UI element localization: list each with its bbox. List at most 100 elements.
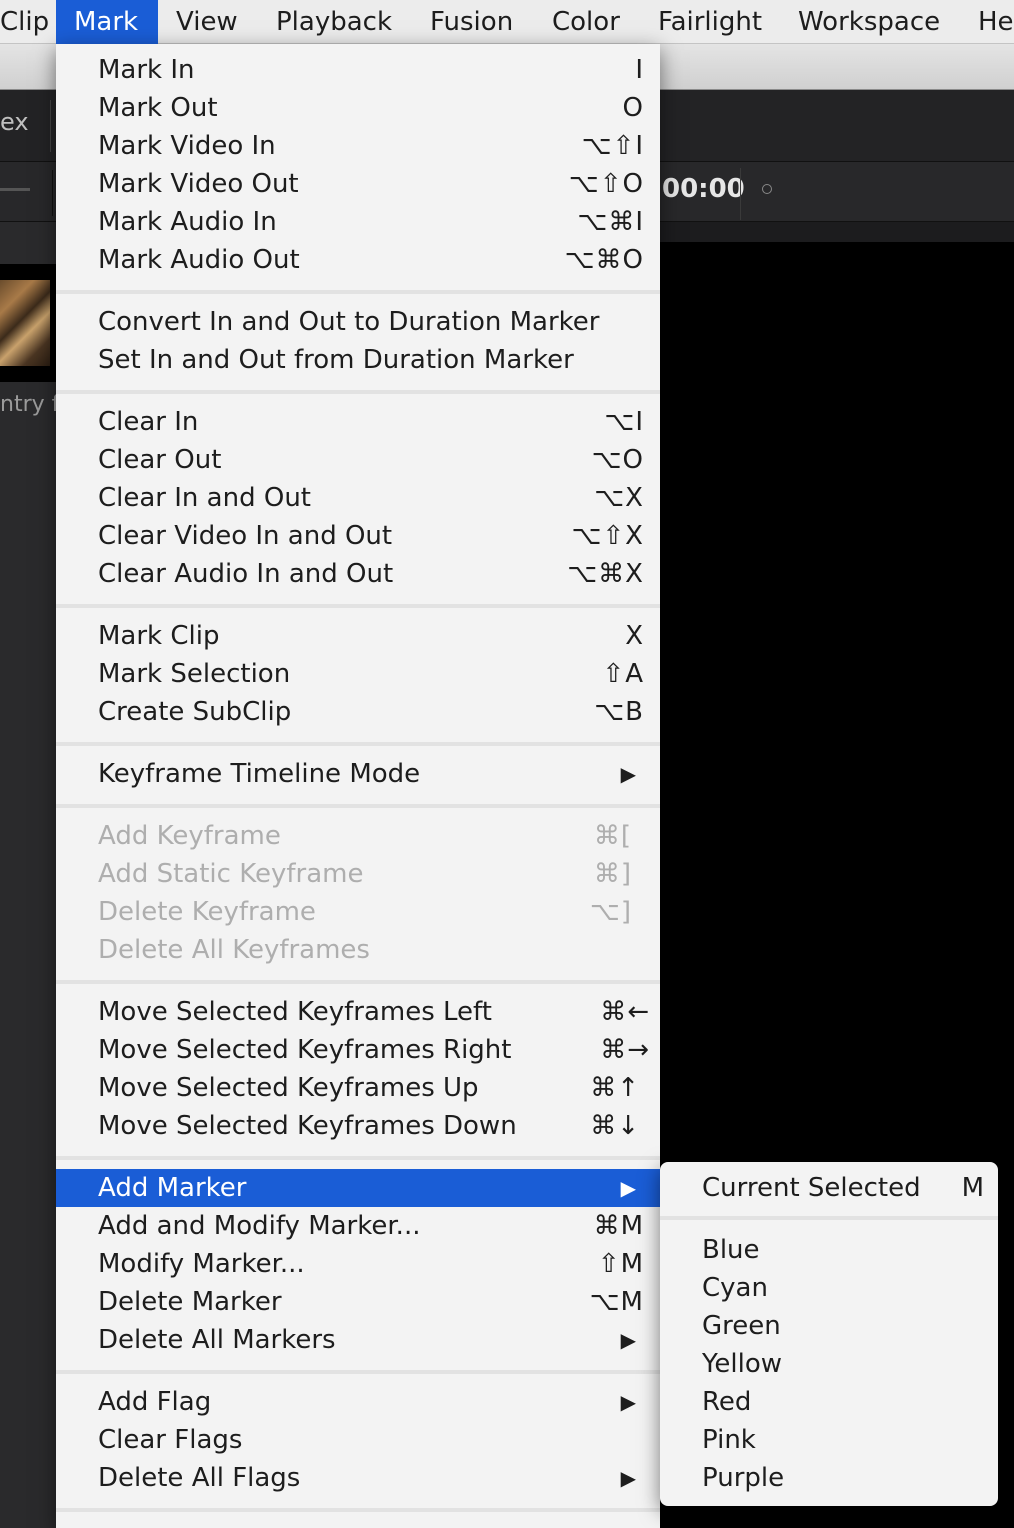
- menu-item-label: Mark Audio In: [98, 207, 277, 237]
- shortcut-label: ⌥X: [594, 483, 644, 513]
- submenu-item-red[interactable]: Red: [660, 1383, 998, 1421]
- menu-item-label: Add Flag: [98, 1387, 212, 1417]
- shortcut-label: ⌥⇧O: [568, 169, 644, 199]
- menu-item-move-keyframes-left[interactable]: Move Selected Keyframes Left ⌘←: [56, 993, 660, 1031]
- submenu-arrow-icon: ▶: [620, 762, 636, 786]
- menu-item-mark-clip[interactable]: Mark Clip X: [56, 617, 660, 655]
- shortcut-label: ⌥⇧I: [581, 131, 644, 161]
- menubar-help[interactable]: He: [960, 0, 1014, 44]
- shortcut-label: ⌥B: [594, 697, 644, 727]
- shortcut-label: ⌥M: [589, 1287, 644, 1317]
- menu-item-label: Add Marker: [98, 1173, 247, 1203]
- menu-item-clear-video-in-out[interactable]: Clear Video In and Out ⌥⇧X: [56, 517, 660, 555]
- menubar-workspace[interactable]: Workspace: [780, 0, 958, 44]
- menu-item-label: Mark Out: [98, 93, 218, 123]
- shortcut-label: X: [625, 621, 644, 651]
- shortcut-label: ⌥O: [591, 445, 644, 475]
- menu-item-label: Mark Video In: [98, 131, 276, 161]
- menu-item-set-in-out[interactable]: Set In and Out from Duration Marker: [56, 341, 660, 379]
- menu-item-mark-audio-in[interactable]: Mark Audio In ⌥⌘I: [56, 203, 660, 241]
- menu-item-label: Mark Audio Out: [98, 245, 300, 275]
- menu-item-label: Pink: [702, 1425, 756, 1455]
- submenu-item-cyan[interactable]: Cyan: [660, 1269, 998, 1307]
- submenu-arrow-icon: ▶: [620, 1176, 636, 1200]
- shortcut-label: ⇧M: [597, 1249, 644, 1279]
- menubar-view[interactable]: View: [158, 0, 256, 44]
- shortcut-label: O: [622, 93, 644, 123]
- menu-item-delete-marker[interactable]: Delete Marker ⌥M: [56, 1283, 660, 1321]
- menu-item-move-keyframes-up[interactable]: Move Selected Keyframes Up ⌘↑: [56, 1069, 660, 1107]
- menu-item-label: Convert In and Out to Duration Marker: [98, 307, 600, 337]
- menu-separator: [56, 1508, 660, 1512]
- submenu-item-green[interactable]: Green: [660, 1307, 998, 1345]
- menu-item-label: Create SubClip: [98, 697, 292, 727]
- menu-item-mark-video-in[interactable]: Mark Video In ⌥⇧I: [56, 127, 660, 165]
- menu-item-move-keyframes-down[interactable]: Move Selected Keyframes Down ⌘↓: [56, 1107, 660, 1145]
- submenu-item-current-selected[interactable]: Current Selected M: [660, 1169, 998, 1207]
- menu-item-clear-out[interactable]: Clear Out ⌥O: [56, 441, 660, 479]
- menu-item-label: Clear In and Out: [98, 483, 311, 513]
- shortcut-label: ⌘]: [593, 859, 632, 889]
- menu-item-mark-selection[interactable]: Mark Selection ⇧A: [56, 655, 660, 693]
- menu-item-delete-all-flags[interactable]: Delete All Flags ▶: [56, 1459, 660, 1497]
- menu-item-clear-in-and-out[interactable]: Clear In and Out ⌥X: [56, 479, 660, 517]
- menubar-mark[interactable]: Mark: [56, 0, 158, 44]
- menu-item-add-static-keyframe: Add Static Keyframe ⌘]: [56, 855, 660, 893]
- submenu-item-pink[interactable]: Pink: [660, 1421, 998, 1459]
- menu-item-label: Add Static Keyframe: [98, 859, 364, 889]
- menu-item-delete-all-markers[interactable]: Delete All Markers ▶: [56, 1321, 660, 1359]
- shortcut-label: ⌘↑: [590, 1073, 640, 1103]
- shortcut-label: ⌘[: [593, 821, 632, 851]
- menu-item-label: Green: [702, 1311, 781, 1341]
- submenu-arrow-icon: ▶: [620, 1390, 636, 1414]
- shortcut-label: ⇧A: [602, 659, 644, 689]
- menu-item-label: Current Selected: [702, 1173, 921, 1203]
- menu-item-mark-in[interactable]: Mark In I: [56, 51, 660, 89]
- shortcut-label: I: [635, 55, 644, 85]
- menu-separator: [56, 1370, 660, 1374]
- menu-bar: Clip Mark View Playback Fusion Color Fai…: [0, 0, 1014, 44]
- zoom-slider[interactable]: [0, 188, 30, 191]
- menu-item-add-flag[interactable]: Add Flag ▶: [56, 1383, 660, 1421]
- menu-item-label: Mark In: [98, 55, 195, 85]
- thumbnail-image: [0, 280, 50, 366]
- menu-item-add-modify-marker[interactable]: Add and Modify Marker... ⌘M: [56, 1207, 660, 1245]
- shortcut-label: ⌘→: [600, 1035, 650, 1065]
- clip-thumbnail[interactable]: [0, 264, 56, 382]
- header-divider: [52, 170, 53, 216]
- menu-item-convert-in-out[interactable]: Convert In and Out to Duration Marker: [56, 303, 660, 341]
- menu-item-label: Yellow: [702, 1349, 783, 1379]
- menubar-fusion[interactable]: Fusion: [412, 0, 531, 44]
- menu-item-label: Keyframe Timeline Mode: [98, 759, 421, 789]
- menu-item-move-keyframes-right[interactable]: Move Selected Keyframes Right ⌘→: [56, 1031, 660, 1069]
- menu-item-add-marker[interactable]: Add Marker ▶: [56, 1169, 660, 1207]
- menu-item-mark-audio-out[interactable]: Mark Audio Out ⌥⌘O: [56, 241, 660, 279]
- menu-item-mark-out[interactable]: Mark Out O: [56, 89, 660, 127]
- menu-item-add-keyframe: Add Keyframe ⌘[: [56, 817, 660, 855]
- menu-item-label: Clear Video In and Out: [98, 521, 393, 551]
- viewer-options-icon[interactable]: [762, 184, 772, 194]
- menu-item-clear-audio-in-out[interactable]: Clear Audio In and Out ⌥⌘X: [56, 555, 660, 593]
- shortcut-label: ⌘M: [593, 1211, 644, 1241]
- menu-item-label: Delete Keyframe: [98, 897, 316, 927]
- menu-item-create-subclip[interactable]: Create SubClip ⌥B: [56, 693, 660, 731]
- menu-item-mark-video-out[interactable]: Mark Video Out ⌥⇧O: [56, 165, 660, 203]
- menu-item-clear-in[interactable]: Clear In ⌥I: [56, 403, 660, 441]
- add-marker-submenu: Current Selected M Blue Cyan Green Yellow…: [660, 1162, 998, 1506]
- menu-item-keyframe-timeline-mode[interactable]: Keyframe Timeline Mode ▶: [56, 755, 660, 793]
- menubar-color[interactable]: Color: [534, 0, 638, 44]
- media-pool-pane: [0, 222, 56, 1528]
- menu-separator: [56, 604, 660, 608]
- submenu-item-blue[interactable]: Blue: [660, 1231, 998, 1269]
- shortcut-label: ⌥⇧X: [571, 521, 644, 551]
- submenu-item-yellow[interactable]: Yellow: [660, 1345, 998, 1383]
- menu-separator: [56, 290, 660, 294]
- menubar-playback[interactable]: Playback: [258, 0, 410, 44]
- menu-item-modify-marker[interactable]: Modify Marker... ⇧M: [56, 1245, 660, 1283]
- menu-item-label: Purple: [702, 1463, 785, 1493]
- submenu-item-purple[interactable]: Purple: [660, 1459, 998, 1497]
- menu-separator: [56, 742, 660, 746]
- menubar-fairlight[interactable]: Fairlight: [640, 0, 780, 44]
- menu-item-clear-flags[interactable]: Clear Flags: [56, 1421, 660, 1459]
- menu-separator: [56, 980, 660, 984]
